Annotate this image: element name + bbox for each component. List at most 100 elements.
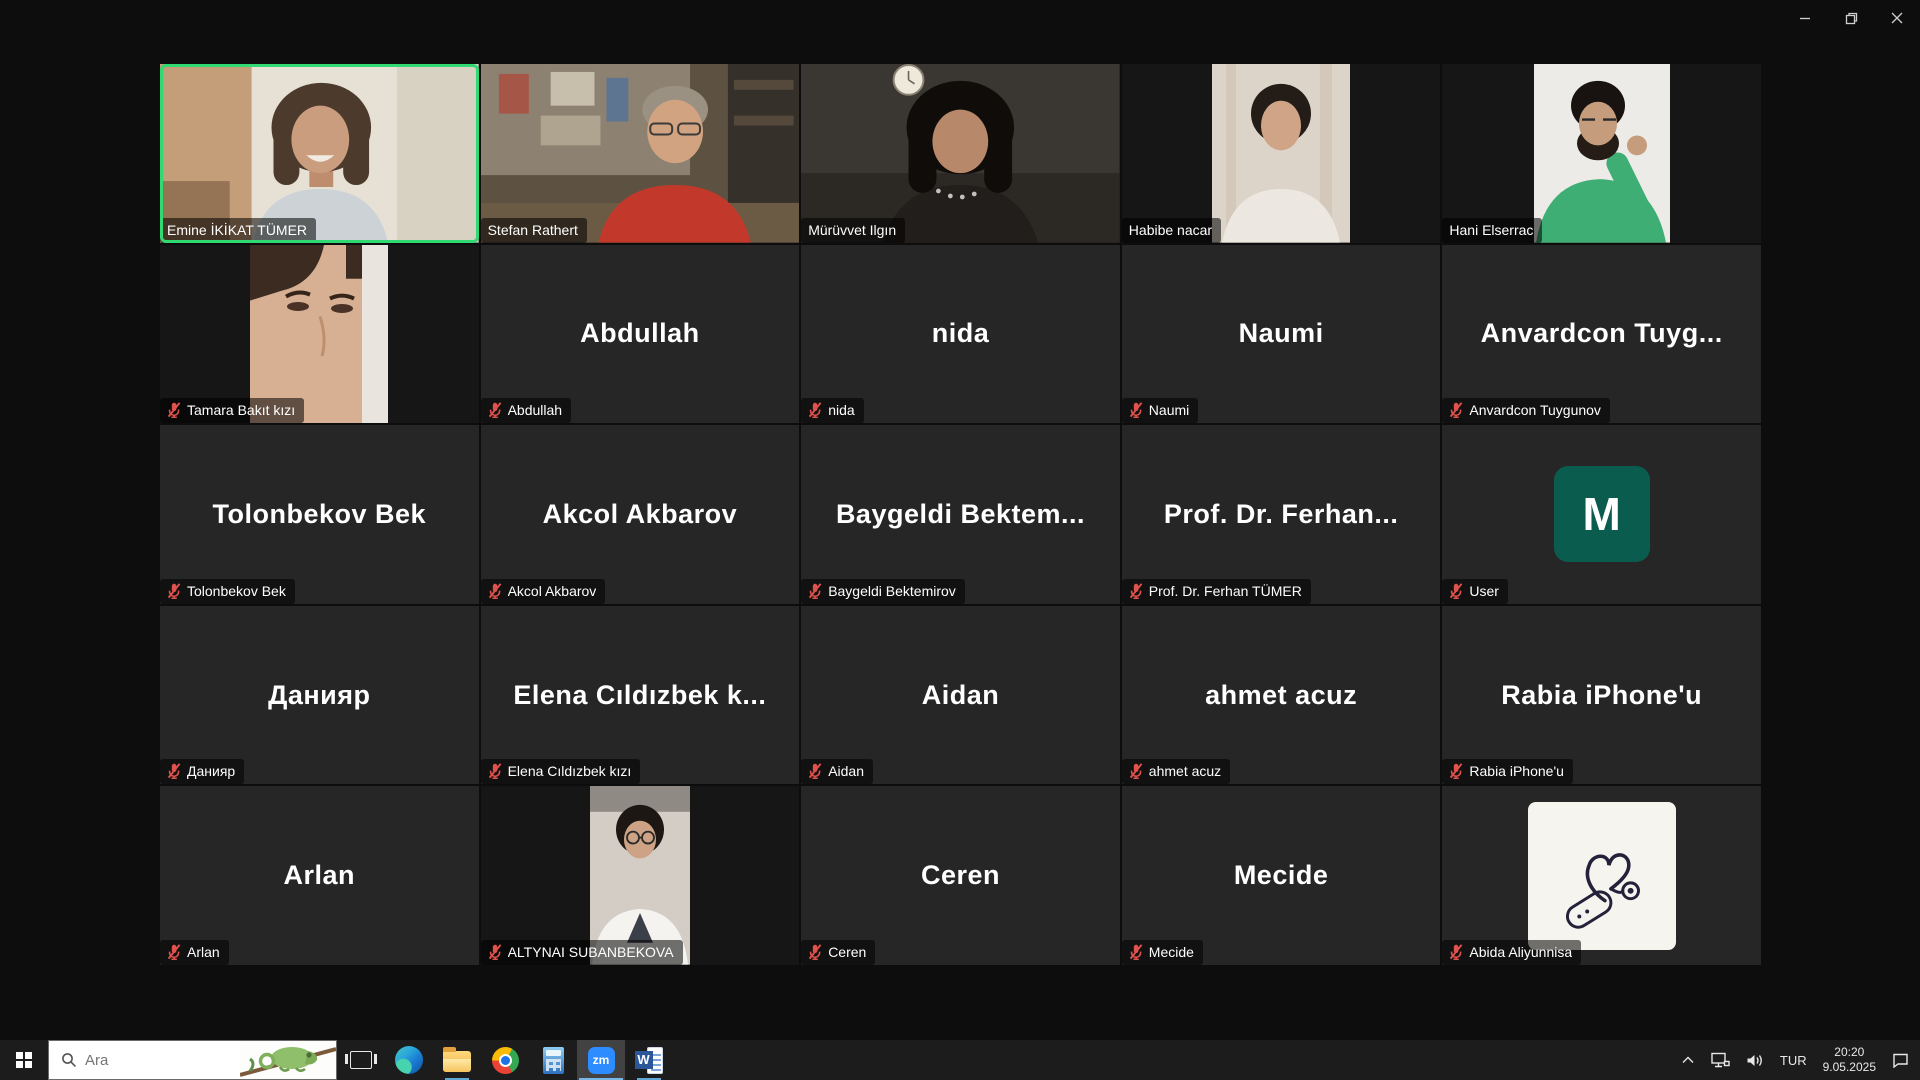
- zoom-app-icon: zm: [588, 1047, 615, 1074]
- task-view-button[interactable]: [337, 1040, 385, 1080]
- participant-name-label: Данияр: [160, 759, 244, 784]
- participant-name: Prof. Dr. Ferhan TÜMER: [1149, 583, 1302, 599]
- participant-name: Elena Cıldızbek kızı: [508, 763, 632, 779]
- language-indicator[interactable]: TUR: [1773, 1040, 1814, 1080]
- participant-tile[interactable]: Tamara Bakıt kızı: [160, 245, 479, 424]
- volume-button[interactable]: [1739, 1040, 1771, 1080]
- participant-name: Hani Elserrac: [1449, 222, 1533, 238]
- participant-name: User: [1469, 583, 1499, 599]
- tile-content: [1442, 786, 1761, 965]
- muted-mic-icon: [808, 402, 822, 418]
- participant-display-name: Elena Cıldızbek k...: [481, 606, 800, 785]
- participant-name: Tolonbekov Bek: [187, 583, 286, 599]
- app-word[interactable]: W: [625, 1040, 673, 1080]
- action-center-button[interactable]: [1885, 1040, 1916, 1080]
- participant-tile[interactable]: Ceren Ceren: [801, 786, 1120, 965]
- muted-mic-icon: [1129, 944, 1143, 960]
- muted-mic-icon: [167, 944, 181, 960]
- participant-display-name: Aidan: [801, 606, 1120, 785]
- participant-tile[interactable]: Anvardcon Tuyg... Anvardcon Tuygunov: [1442, 245, 1761, 424]
- app-edge[interactable]: [385, 1040, 433, 1080]
- muted-mic-icon: [167, 763, 181, 779]
- participant-tile[interactable]: ahmet acuz ahmet acuz: [1122, 606, 1441, 785]
- participant-tile[interactable]: ALTYNAI SUBANBEKOVA: [481, 786, 800, 965]
- restore-icon: [1845, 12, 1858, 25]
- tile-content: [1122, 64, 1441, 243]
- clock[interactable]: 20:20 9.05.2025: [1816, 1040, 1883, 1080]
- start-button[interactable]: [0, 1040, 48, 1080]
- tile-content: [481, 786, 800, 965]
- tile-content: [481, 64, 800, 243]
- participant-name-label: Mecide: [1122, 940, 1203, 965]
- tile-content: [160, 64, 479, 243]
- folder-icon: [443, 1051, 471, 1072]
- participant-display-name: Arlan: [160, 786, 479, 965]
- participant-tile[interactable]: nida nida: [801, 245, 1120, 424]
- participant-tile[interactable]: Mürüvvet Ilgın: [801, 64, 1120, 243]
- app-file-explorer[interactable]: [433, 1040, 481, 1080]
- participant-tile[interactable]: M User: [1442, 425, 1761, 604]
- participant-name: Aidan: [828, 763, 864, 779]
- participant-tile[interactable]: Baygeldi Bektem... Baygeldi Bektemirov: [801, 425, 1120, 604]
- participant-name-label: Rabia iPhone'u: [1442, 759, 1573, 784]
- participant-tile[interactable]: Emine İKİKAT TÜMER: [160, 64, 479, 243]
- ethernet-network-icon: [1711, 1052, 1730, 1068]
- participant-tile[interactable]: Naumi Naumi: [1122, 245, 1441, 424]
- tile-content: M: [1442, 425, 1761, 604]
- app-chrome[interactable]: [481, 1040, 529, 1080]
- minimize-button[interactable]: [1782, 0, 1828, 36]
- participant-display-name: Abdullah: [481, 245, 800, 424]
- participant-tile[interactable]: Prof. Dr. Ferhan... Prof. Dr. Ferhan TÜM…: [1122, 425, 1441, 604]
- muted-mic-icon: [808, 763, 822, 779]
- participant-name-label: User: [1442, 579, 1508, 604]
- restore-button[interactable]: [1828, 0, 1874, 36]
- participant-tile[interactable]: Данияр Данияр: [160, 606, 479, 785]
- participant-name: Akcol Akbarov: [508, 583, 597, 599]
- close-icon: [1891, 12, 1903, 24]
- close-button[interactable]: [1874, 0, 1920, 36]
- system-tray: TUR 20:20 9.05.2025: [1674, 1040, 1920, 1080]
- app-calculator[interactable]: [529, 1040, 577, 1080]
- participant-name: ALTYNAI SUBANBEKOVA: [508, 944, 674, 960]
- muted-mic-icon: [1449, 402, 1463, 418]
- titlebar: [0, 0, 1920, 36]
- muted-mic-icon: [1129, 583, 1143, 599]
- participant-name-label: nida: [801, 398, 863, 423]
- app-zoom[interactable]: zm: [577, 1040, 625, 1080]
- participant-tile[interactable]: Abdullah Abdullah: [481, 245, 800, 424]
- chameleon-icon: [240, 1041, 336, 1079]
- minimize-icon: [1799, 12, 1811, 24]
- participant-tile[interactable]: Aidan Aidan: [801, 606, 1120, 785]
- tile-content: [801, 64, 1120, 243]
- participant-name-label: Hani Elserrac: [1442, 218, 1542, 243]
- participant-name-label: Abdullah: [481, 398, 572, 423]
- participant-display-name: Ceren: [801, 786, 1120, 965]
- participant-name-label: Baygeldi Bektemirov: [801, 579, 965, 604]
- participant-tile[interactable]: Rabia iPhone'u Rabia iPhone'u: [1442, 606, 1761, 785]
- participant-name-label: Stefan Rathert: [481, 218, 587, 243]
- participant-name-label: Anvardcon Tuygunov: [1442, 398, 1610, 423]
- participant-tile[interactable]: Tolonbekov Bek Tolonbekov Bek: [160, 425, 479, 604]
- participant-tile[interactable]: Mecide Mecide: [1122, 786, 1441, 965]
- participant-tile[interactable]: Akcol Akbarov Akcol Akbarov: [481, 425, 800, 604]
- video-feed: [590, 786, 690, 965]
- participant-name: Naumi: [1149, 402, 1189, 418]
- participant-display-name: Данияр: [160, 606, 479, 785]
- participant-grid: Emine İKİKAT TÜMER Stefan Rathert: [160, 64, 1761, 965]
- participant-tile[interactable]: Habibe nacar: [1122, 64, 1441, 243]
- participant-tile[interactable]: Elena Cıldızbek k... Elena Cıldızbek kız…: [481, 606, 800, 785]
- network-button[interactable]: [1704, 1040, 1737, 1080]
- participant-tile[interactable]: Hani Elserrac: [1442, 64, 1761, 243]
- word-icon: W: [635, 1047, 664, 1074]
- participant-name: Baygeldi Bektemirov: [828, 583, 956, 599]
- participant-tile[interactable]: Abida Aliyunnisa: [1442, 786, 1761, 965]
- tile-content: [160, 245, 479, 424]
- participant-tile[interactable]: Stefan Rathert: [481, 64, 800, 243]
- tray-expand-button[interactable]: [1674, 1040, 1702, 1080]
- participant-name-label: Akcol Akbarov: [481, 579, 606, 604]
- participant-tile[interactable]: Arlan Arlan: [160, 786, 479, 965]
- search-banner-art[interactable]: [240, 1041, 336, 1079]
- muted-mic-icon: [488, 944, 502, 960]
- search-box[interactable]: [48, 1040, 337, 1080]
- participant-name-label: Arlan: [160, 940, 229, 965]
